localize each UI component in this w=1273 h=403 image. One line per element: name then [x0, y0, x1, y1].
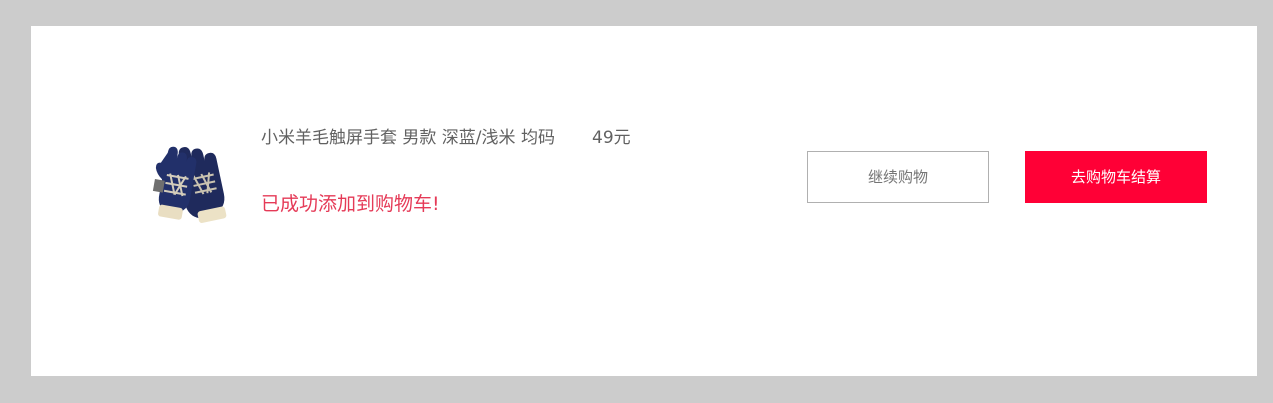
- checkout-button[interactable]: 去购物车结算: [1025, 151, 1207, 203]
- product-name: 小米羊毛触屏手套 男款 深蓝/浅米 均码: [261, 128, 555, 148]
- glove-icon: [152, 146, 227, 223]
- continue-shopping-button[interactable]: 继续购物: [807, 151, 989, 203]
- cart-added-panel: 小米羊毛触屏手套 男款 深蓝/浅米 均码 49元 已成功添加到购物车! 继续购物…: [31, 26, 1257, 376]
- success-message: 已成功添加到购物车!: [261, 193, 440, 215]
- product-price: 49元: [592, 128, 631, 148]
- product-image: [148, 132, 238, 232]
